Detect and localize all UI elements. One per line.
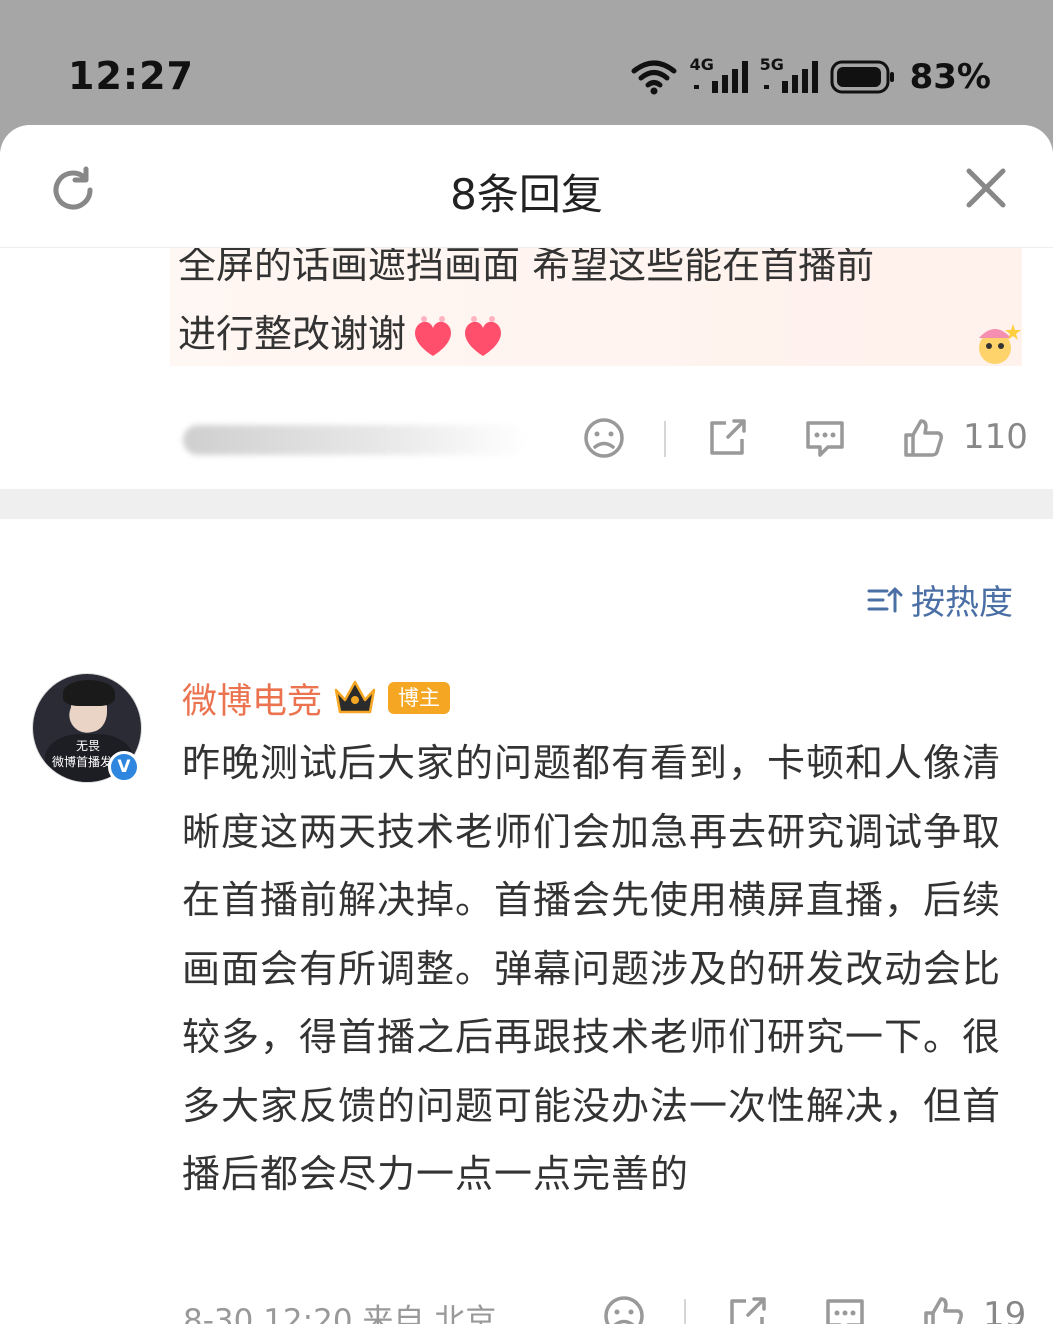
author-badge: 博主 <box>388 682 451 714</box>
sort-label: 按热度 <box>911 583 1013 623</box>
signal-5g-icon: 5G <box>760 55 818 97</box>
comment-text-line: 进行整改谢谢 <box>178 303 506 358</box>
thumbs-up-icon[interactable] <box>900 415 946 461</box>
share-icon[interactable] <box>724 1293 770 1324</box>
sheet-title: 8条回复 <box>450 170 603 219</box>
close-icon[interactable] <box>963 165 1009 211</box>
blurred-meta <box>183 425 528 455</box>
comment-icon[interactable] <box>802 415 848 461</box>
divider <box>664 421 666 457</box>
signal-4g-icon: 4G <box>690 55 748 97</box>
like-count: 19 <box>983 1295 1027 1324</box>
share-icon[interactable] <box>704 415 750 461</box>
username[interactable]: 微博电竞 <box>182 673 322 724</box>
comment-body: 昨晚测试后大家的问题都有看到，卡顿和人像清晰度这两天技术老师们会加急再去研究调试… <box>182 741 1002 1196</box>
battery-icon <box>830 60 894 94</box>
comment-actions: 110 <box>0 409 1053 469</box>
sheet-header: 8条回复 <box>0 125 1053 248</box>
divider <box>684 1299 686 1324</box>
comment-actions: 8-30 12:20 来自 北京 19 <box>0 1287 1053 1324</box>
verified-icon: V <box>108 751 140 783</box>
status-bar: 12:27 4G 5G 83% <box>0 0 1053 125</box>
comment-icon[interactable] <box>822 1293 868 1324</box>
comment-meta: 8-30 12:20 来自 北京 <box>183 1303 497 1324</box>
comment-author: 微博电竞 博主 <box>182 673 451 724</box>
replies-sheet: 8条回复 全屏的话画遮挡画面 希望这些能在首播前 进行整改谢谢 110 按热度 … <box>0 125 1053 1324</box>
sad-face-icon[interactable] <box>581 415 627 461</box>
sad-face-icon[interactable] <box>601 1293 647 1324</box>
sort-by-hot-button[interactable]: 按热度 <box>867 575 1013 624</box>
sort-icon <box>867 587 903 612</box>
battery-percent: 83% <box>909 57 991 97</box>
thumbs-up-icon[interactable] <box>920 1293 966 1324</box>
wifi-icon <box>631 60 677 95</box>
crown-icon <box>334 680 376 714</box>
section-separator <box>0 489 1053 519</box>
status-time: 12:27 <box>68 54 194 98</box>
like-count: 110 <box>963 417 1028 457</box>
heart-emoji-icon <box>465 315 502 356</box>
status-icons: 4G 5G 83% <box>630 54 991 100</box>
heart-emoji-icon <box>415 315 452 356</box>
cartoon-sticker-icon <box>979 324 1021 364</box>
